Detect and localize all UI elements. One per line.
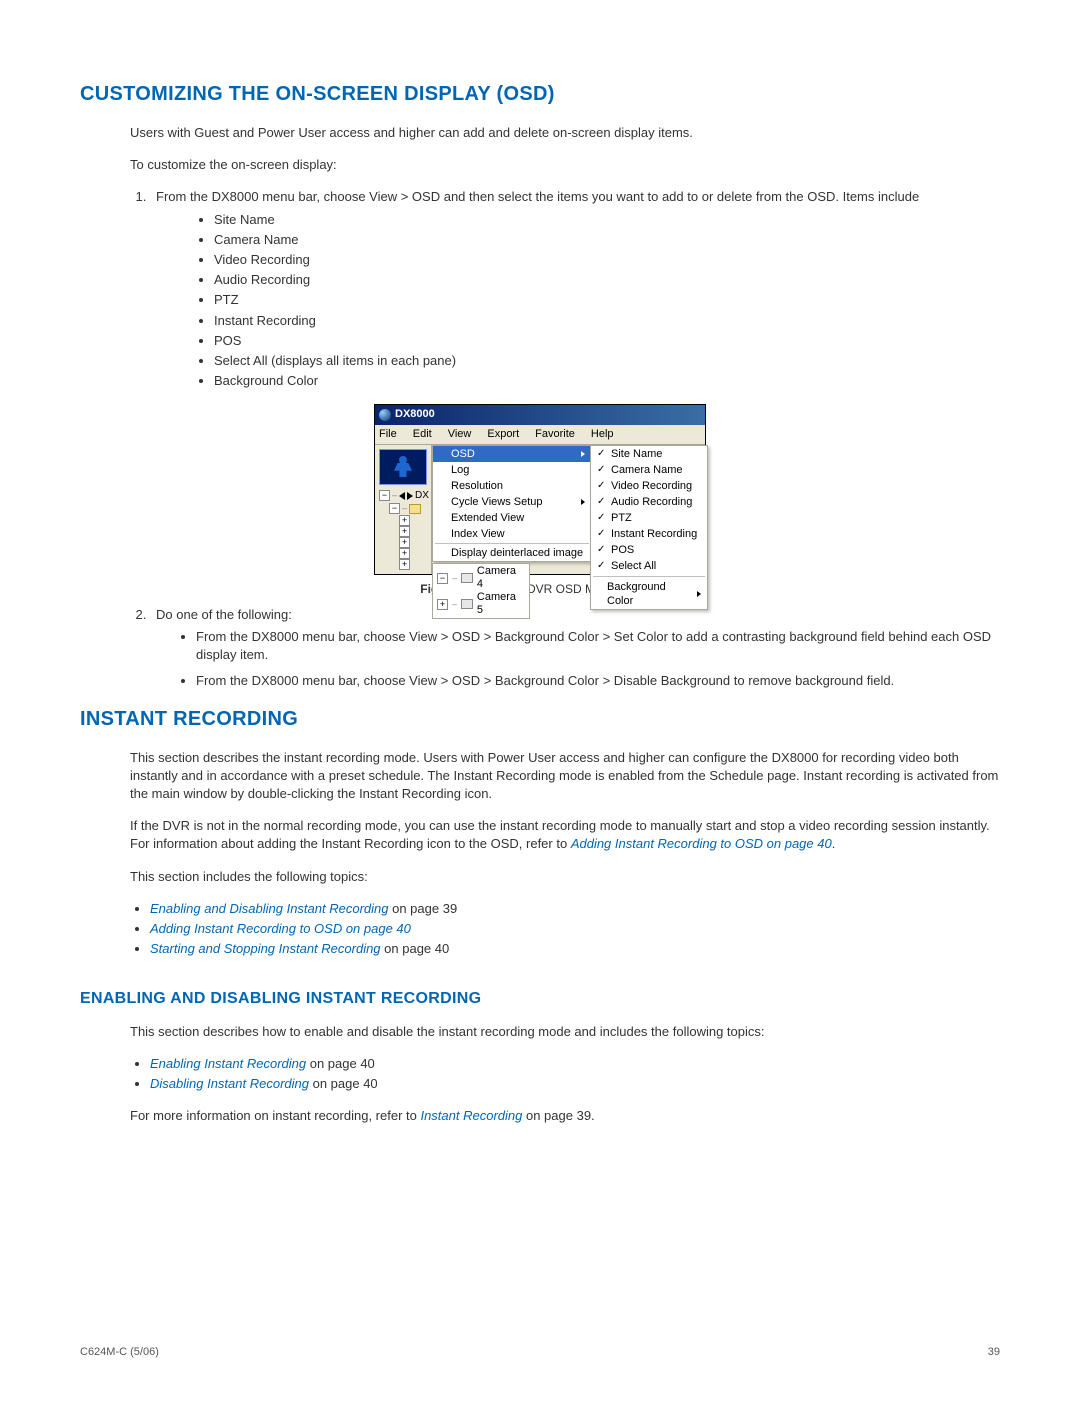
heading-instant-recording: INSTANT RECORDING <box>80 705 1000 733</box>
edir-p2b: on page 39. <box>522 1108 594 1123</box>
submenu-arrow-icon <box>581 451 585 457</box>
osd-item: Background Color <box>214 372 1000 390</box>
osd-step-1-text: From the DX8000 menu bar, choose View > … <box>156 189 919 204</box>
submenu-arrow-icon <box>581 499 585 505</box>
osd-step-2a: From the DX8000 menu bar, choose View > … <box>196 628 1000 664</box>
osd-submenu-item[interactable]: ✓Camera Name <box>591 462 707 478</box>
edir-p1: This section describes how to enable and… <box>130 1023 1000 1041</box>
tree-root: DX <box>415 489 429 502</box>
link-add-ir-osd[interactable]: Adding Instant Recording to OSD on page … <box>571 836 832 851</box>
osd-item: Site Name <box>214 211 1000 229</box>
topic-item: Enabling and Disabling Instant Recording… <box>150 900 1000 918</box>
ir-link-1[interactable]: Adding Instant Recording to OSD on page … <box>150 921 411 936</box>
check-icon: ✓ <box>597 527 607 541</box>
camera-thumbnail <box>379 449 427 485</box>
check-icon: ✓ <box>597 559 607 573</box>
device-tree[interactable]: −– DX −– + + + + + <box>375 489 431 570</box>
view-menu-item[interactable]: OSD <box>433 446 591 462</box>
osd-item: Video Recording <box>214 251 1000 269</box>
osd-item: POS <box>214 332 1000 350</box>
edir-p2: For more information on instant recordin… <box>130 1107 1000 1125</box>
osd-item: Audio Recording <box>214 271 1000 289</box>
ir-p2: If the DVR is not in the normal recordin… <box>130 817 1000 853</box>
edir-link-0[interactable]: Enabling Instant Recording <box>150 1056 306 1071</box>
osd-intro: Users with Guest and Power User access a… <box>130 124 1000 142</box>
ir-link-2[interactable]: Starting and Stopping Instant Recording <box>150 941 381 956</box>
camera-icon <box>461 599 473 609</box>
ir-p2a: If the DVR is not in the normal recordin… <box>130 818 990 851</box>
left-pane: −– DX −– + + + + + <box>375 445 432 574</box>
edir-p2a: For more information on instant recordin… <box>130 1108 420 1123</box>
ir-p1: This section describes the instant recor… <box>130 749 1000 804</box>
topic-item: Enabling Instant Recording on page 40 <box>150 1055 1000 1073</box>
submenu-arrow-icon <box>697 591 701 597</box>
ir-link-0[interactable]: Enabling and Disabling Instant Recording <box>150 901 389 916</box>
camera-item[interactable]: +– Camera 5 <box>433 591 529 617</box>
osd-step-2b: From the DX8000 menu bar, choose View > … <box>196 672 1000 690</box>
view-menu-item[interactable]: Index View <box>433 526 591 542</box>
osd-step-1: From the DX8000 menu bar, choose View > … <box>150 188 1000 390</box>
camera-list[interactable]: −– Camera 4+– Camera 5 <box>432 563 530 619</box>
menu-item[interactable]: Edit <box>411 426 434 443</box>
check-icon: ✓ <box>597 447 607 461</box>
arrow-right-icon <box>407 492 413 500</box>
app-logo-icon <box>379 409 391 421</box>
topic-item: Starting and Stopping Instant Recording … <box>150 940 1000 958</box>
osd-submenu-item[interactable]: ✓Audio Recording <box>591 494 707 510</box>
view-menu-item[interactable]: Cycle Views Setup <box>433 494 591 510</box>
check-icon: ✓ <box>597 463 607 477</box>
osd-item: Instant Recording <box>214 312 1000 330</box>
figure-screenshot: DX8000 File Edit View Export Favorite Help −–… <box>374 404 706 575</box>
check-icon: ✓ <box>597 511 607 525</box>
osd-lead: To customize the on-screen display: <box>130 156 1000 174</box>
folder-icon <box>409 504 421 514</box>
figure-caption: Figure 13. DX8000 DVR OSD Menu Options <box>80 581 1000 598</box>
osd-submenu[interactable]: ✓Site Name✓Camera Name✓Video Recording✓A… <box>590 445 708 610</box>
osd-submenu-item[interactable]: ✓POS <box>591 542 707 558</box>
arrow-left-icon <box>399 492 405 500</box>
footer-page: 39 <box>988 1345 1000 1360</box>
ir-topics-intro: This section includes the following topi… <box>130 868 1000 886</box>
osd-step-2: Do one of the following: From the DX8000… <box>150 606 1000 691</box>
window-title: DX8000 <box>395 407 435 422</box>
menubar[interactable]: File Edit View Export Favorite Help <box>375 425 705 445</box>
osd-submenu-item[interactable]: ✓Site Name <box>591 446 707 462</box>
footer-docid: C624M-C (5/06) <box>80 1345 159 1360</box>
ir-p2b: . <box>832 836 836 851</box>
view-menu-item[interactable]: Resolution <box>433 478 591 494</box>
osd-step-2-text: Do one of the following: <box>156 607 292 622</box>
osd-submenu-item[interactable]: ✓Select All <box>591 558 707 574</box>
edir-link-1[interactable]: Disabling Instant Recording <box>150 1076 309 1091</box>
check-icon: ✓ <box>597 479 607 493</box>
topic-item: Adding Instant Recording to OSD on page … <box>150 920 1000 938</box>
osd-submenu-item[interactable]: ✓Instant Recording <box>591 526 707 542</box>
check-icon: ✓ <box>597 495 607 509</box>
view-menu-item[interactable]: Extended View <box>433 510 591 526</box>
link-instant-recording[interactable]: Instant Recording <box>420 1108 522 1123</box>
view-menu-item[interactable]: Display deinterlaced image <box>433 545 591 561</box>
camera-item[interactable]: −– Camera 4 <box>433 565 529 591</box>
check-icon: ✓ <box>597 543 607 557</box>
menu-item[interactable]: File <box>377 426 399 443</box>
menu-item[interactable]: Favorite <box>533 426 577 443</box>
window-titlebar: DX8000 <box>375 405 705 424</box>
osd-item: Camera Name <box>214 231 1000 249</box>
menu-item[interactable]: Help <box>589 426 616 443</box>
osd-item: PTZ <box>214 291 1000 309</box>
osd-submenu-item[interactable]: ✓Video Recording <box>591 478 707 494</box>
view-menu-dropdown[interactable]: OSDLogResolutionCycle Views SetupExtende… <box>432 445 592 562</box>
menu-item[interactable]: View <box>446 426 474 443</box>
osd-submenu-item[interactable]: ✓PTZ <box>591 510 707 526</box>
menu-item[interactable]: Export <box>485 426 521 443</box>
view-menu-item[interactable]: Log <box>433 462 591 478</box>
heading-osd: CUSTOMIZING THE ON-SCREEN DISPLAY (OSD) <box>80 80 1000 108</box>
camera-icon <box>461 573 473 583</box>
topic-item: Disabling Instant Recording on page 40 <box>150 1075 1000 1093</box>
osd-submenu-bgcolor[interactable]: Background Color <box>591 579 707 609</box>
osd-item: Select All (displays all items in each p… <box>214 352 1000 370</box>
heading-enable-disable-ir: ENABLING AND DISABLING INSTANT RECORDING <box>80 988 1000 1010</box>
